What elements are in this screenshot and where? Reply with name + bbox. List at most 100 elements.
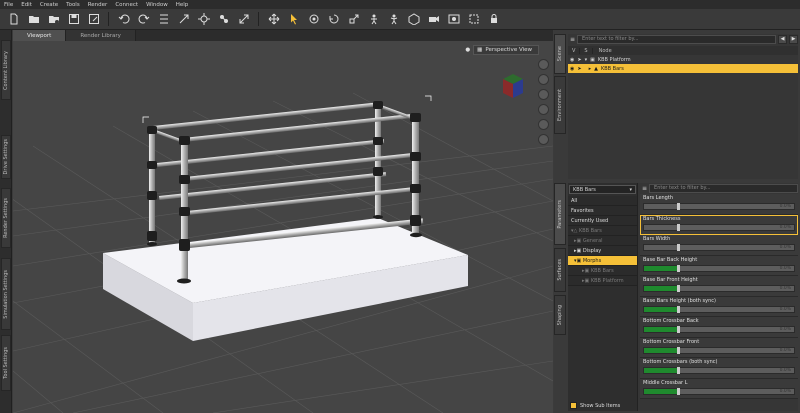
pan-icon[interactable] [538, 74, 549, 85]
tab-content-library[interactable]: Content Library [1, 40, 11, 100]
nav-back-icon[interactable]: ◀ [778, 34, 787, 44]
menu-file[interactable]: File [4, 2, 13, 8]
save-as-icon[interactable] [86, 12, 101, 27]
slider-knob[interactable] [677, 387, 680, 395]
tab-render-settings[interactable]: Render Settings [1, 188, 11, 248]
group-currently-used[interactable]: Currently Used [568, 216, 637, 226]
param-row[interactable]: Base Bar Front Height 0.0% [640, 276, 798, 297]
menu-render[interactable]: Render [88, 2, 108, 8]
node-icon[interactable] [406, 12, 421, 27]
redo-icon[interactable] [136, 12, 151, 27]
reset-view-icon[interactable] [538, 134, 549, 145]
group-kbb-bars[interactable]: ▾△ KBB Bars [568, 226, 637, 236]
group-morphs-kbb-bars[interactable]: ▸▣ KBB Bars [568, 266, 637, 276]
param-slider[interactable]: 0.0% [643, 244, 795, 251]
param-value[interactable]: 0.0% [780, 286, 791, 291]
dolly-icon[interactable] [538, 89, 549, 100]
camera-icon[interactable] [426, 12, 441, 27]
new-file-icon[interactable] [6, 12, 21, 27]
camera-selector[interactable]: ● ▦ Perspective View [465, 45, 539, 55]
undo-icon[interactable] [116, 12, 131, 27]
slider-knob[interactable] [677, 285, 680, 292]
param-row[interactable]: Bars Thickness 0.0% [640, 214, 798, 235]
slider-knob[interactable] [677, 305, 680, 313]
slider-knob[interactable] [677, 203, 680, 210]
param-slider[interactable]: 0.0% [643, 326, 795, 333]
rotate-icon[interactable] [266, 12, 281, 27]
view-cube[interactable] [499, 71, 527, 103]
col-selectable[interactable]: S [580, 47, 593, 54]
figure-icon[interactable] [326, 12, 341, 27]
param-value[interactable]: 0.0% [780, 266, 791, 271]
slider-knob[interactable] [677, 326, 680, 333]
tab-simulation-settings[interactable]: Simulation Settings [1, 258, 11, 330]
node-scale-icon[interactable] [176, 12, 191, 27]
param-slider[interactable]: 0.0% [643, 387, 795, 395]
param-value[interactable]: 0.0% [780, 204, 791, 209]
param-row[interactable]: Bottom Crossbar Back 0.0% [640, 317, 798, 338]
menu-help[interactable]: Help [176, 2, 189, 8]
show-sub-items[interactable]: Show Sub Items [570, 402, 620, 409]
surface-icon[interactable] [366, 12, 381, 27]
save-icon[interactable] [66, 12, 81, 27]
tab-tool-settings[interactable]: Tool Settings [1, 335, 11, 391]
group-display[interactable]: ▸▣ Display [568, 246, 637, 256]
pointer-icon[interactable]: ➤ [577, 66, 581, 72]
open-folder-icon[interactable] [26, 12, 41, 27]
param-slider[interactable]: 0.0% [643, 367, 795, 374]
group-morphs-kbb-platform[interactable]: ▸▣ KBB Platform [568, 276, 637, 286]
spot-render-icon[interactable] [466, 12, 481, 27]
joint-editor-icon[interactable] [216, 12, 231, 27]
tab-surfaces[interactable]: Surfaces [554, 248, 566, 292]
param-value[interactable]: 0.0% [780, 225, 791, 230]
tab-viewport[interactable]: Viewport [13, 30, 67, 41]
transform-icon[interactable] [196, 12, 211, 27]
menu-lines-icon[interactable]: ≡ [570, 36, 575, 43]
param-row[interactable]: Middle Crossbar L 0.0% [640, 378, 798, 399]
render-icon[interactable] [446, 12, 461, 27]
eye-icon[interactable]: ◉ [570, 57, 574, 63]
slider-knob[interactable] [677, 244, 680, 251]
pose-icon[interactable] [386, 12, 401, 27]
param-slider[interactable]: 0.0% [643, 203, 795, 210]
universal-icon[interactable] [306, 12, 321, 27]
col-node[interactable]: Node [593, 48, 616, 54]
tab-parameters[interactable]: Parameters [554, 183, 566, 245]
show-sub-items-checkbox[interactable] [570, 402, 577, 409]
param-row[interactable]: Base Bar Back Height 0.0% [640, 255, 798, 276]
param-value[interactable]: 0.0% [780, 368, 791, 373]
param-slider[interactable]: 0.0% [643, 285, 795, 292]
param-value[interactable]: 0.0% [780, 348, 791, 353]
zoom-icon[interactable] [538, 104, 549, 115]
tab-scene[interactable]: Scene [554, 34, 566, 74]
translate-icon[interactable] [236, 12, 251, 27]
param-slider[interactable]: 0.0% [643, 305, 795, 313]
tab-drive-settings[interactable]: Drive Settings [1, 135, 11, 179]
group-all[interactable]: All [568, 196, 637, 206]
menu-lines-icon[interactable]: ≡ [642, 185, 647, 192]
param-slider[interactable]: 0.0% [643, 346, 795, 354]
param-value[interactable]: 0.0% [780, 307, 791, 312]
param-slider[interactable]: 0.0% [643, 223, 795, 231]
param-value[interactable]: 0.0% [780, 389, 791, 394]
param-value[interactable]: 0.0% [780, 327, 791, 332]
slider-knob[interactable] [677, 346, 680, 354]
param-row[interactable]: Bottom Crossbar Front 0.0% [640, 337, 798, 358]
eye-icon[interactable]: ◉ [570, 66, 574, 72]
open-folder-recent-icon[interactable] [46, 12, 61, 27]
menu-tools[interactable]: Tools [66, 2, 80, 8]
light-bulb-icon[interactable]: ● [465, 47, 470, 53]
menu-create[interactable]: Create [40, 2, 58, 8]
pointer-icon[interactable]: ➤ [577, 57, 581, 63]
col-visible[interactable]: V [568, 47, 581, 54]
slider-knob[interactable] [677, 264, 680, 272]
geometry-icon[interactable] [346, 12, 361, 27]
frame-icon[interactable] [538, 119, 549, 130]
param-value[interactable]: 0.0% [780, 245, 791, 250]
scene-node-kbb-platform[interactable]: ◉ ➤ ▾ ▣ KBB Platform [568, 55, 798, 64]
node-select-dropdown[interactable]: KBB Bars ▾ [569, 185, 636, 194]
group-favorites[interactable]: Favorites [568, 206, 637, 216]
param-row[interactable]: Bottom Crossbars (both sync) 0.0% [640, 358, 798, 379]
group-general[interactable]: ▸▣ General [568, 236, 637, 246]
param-filter-input[interactable]: Enter text to filter by... [649, 183, 798, 193]
